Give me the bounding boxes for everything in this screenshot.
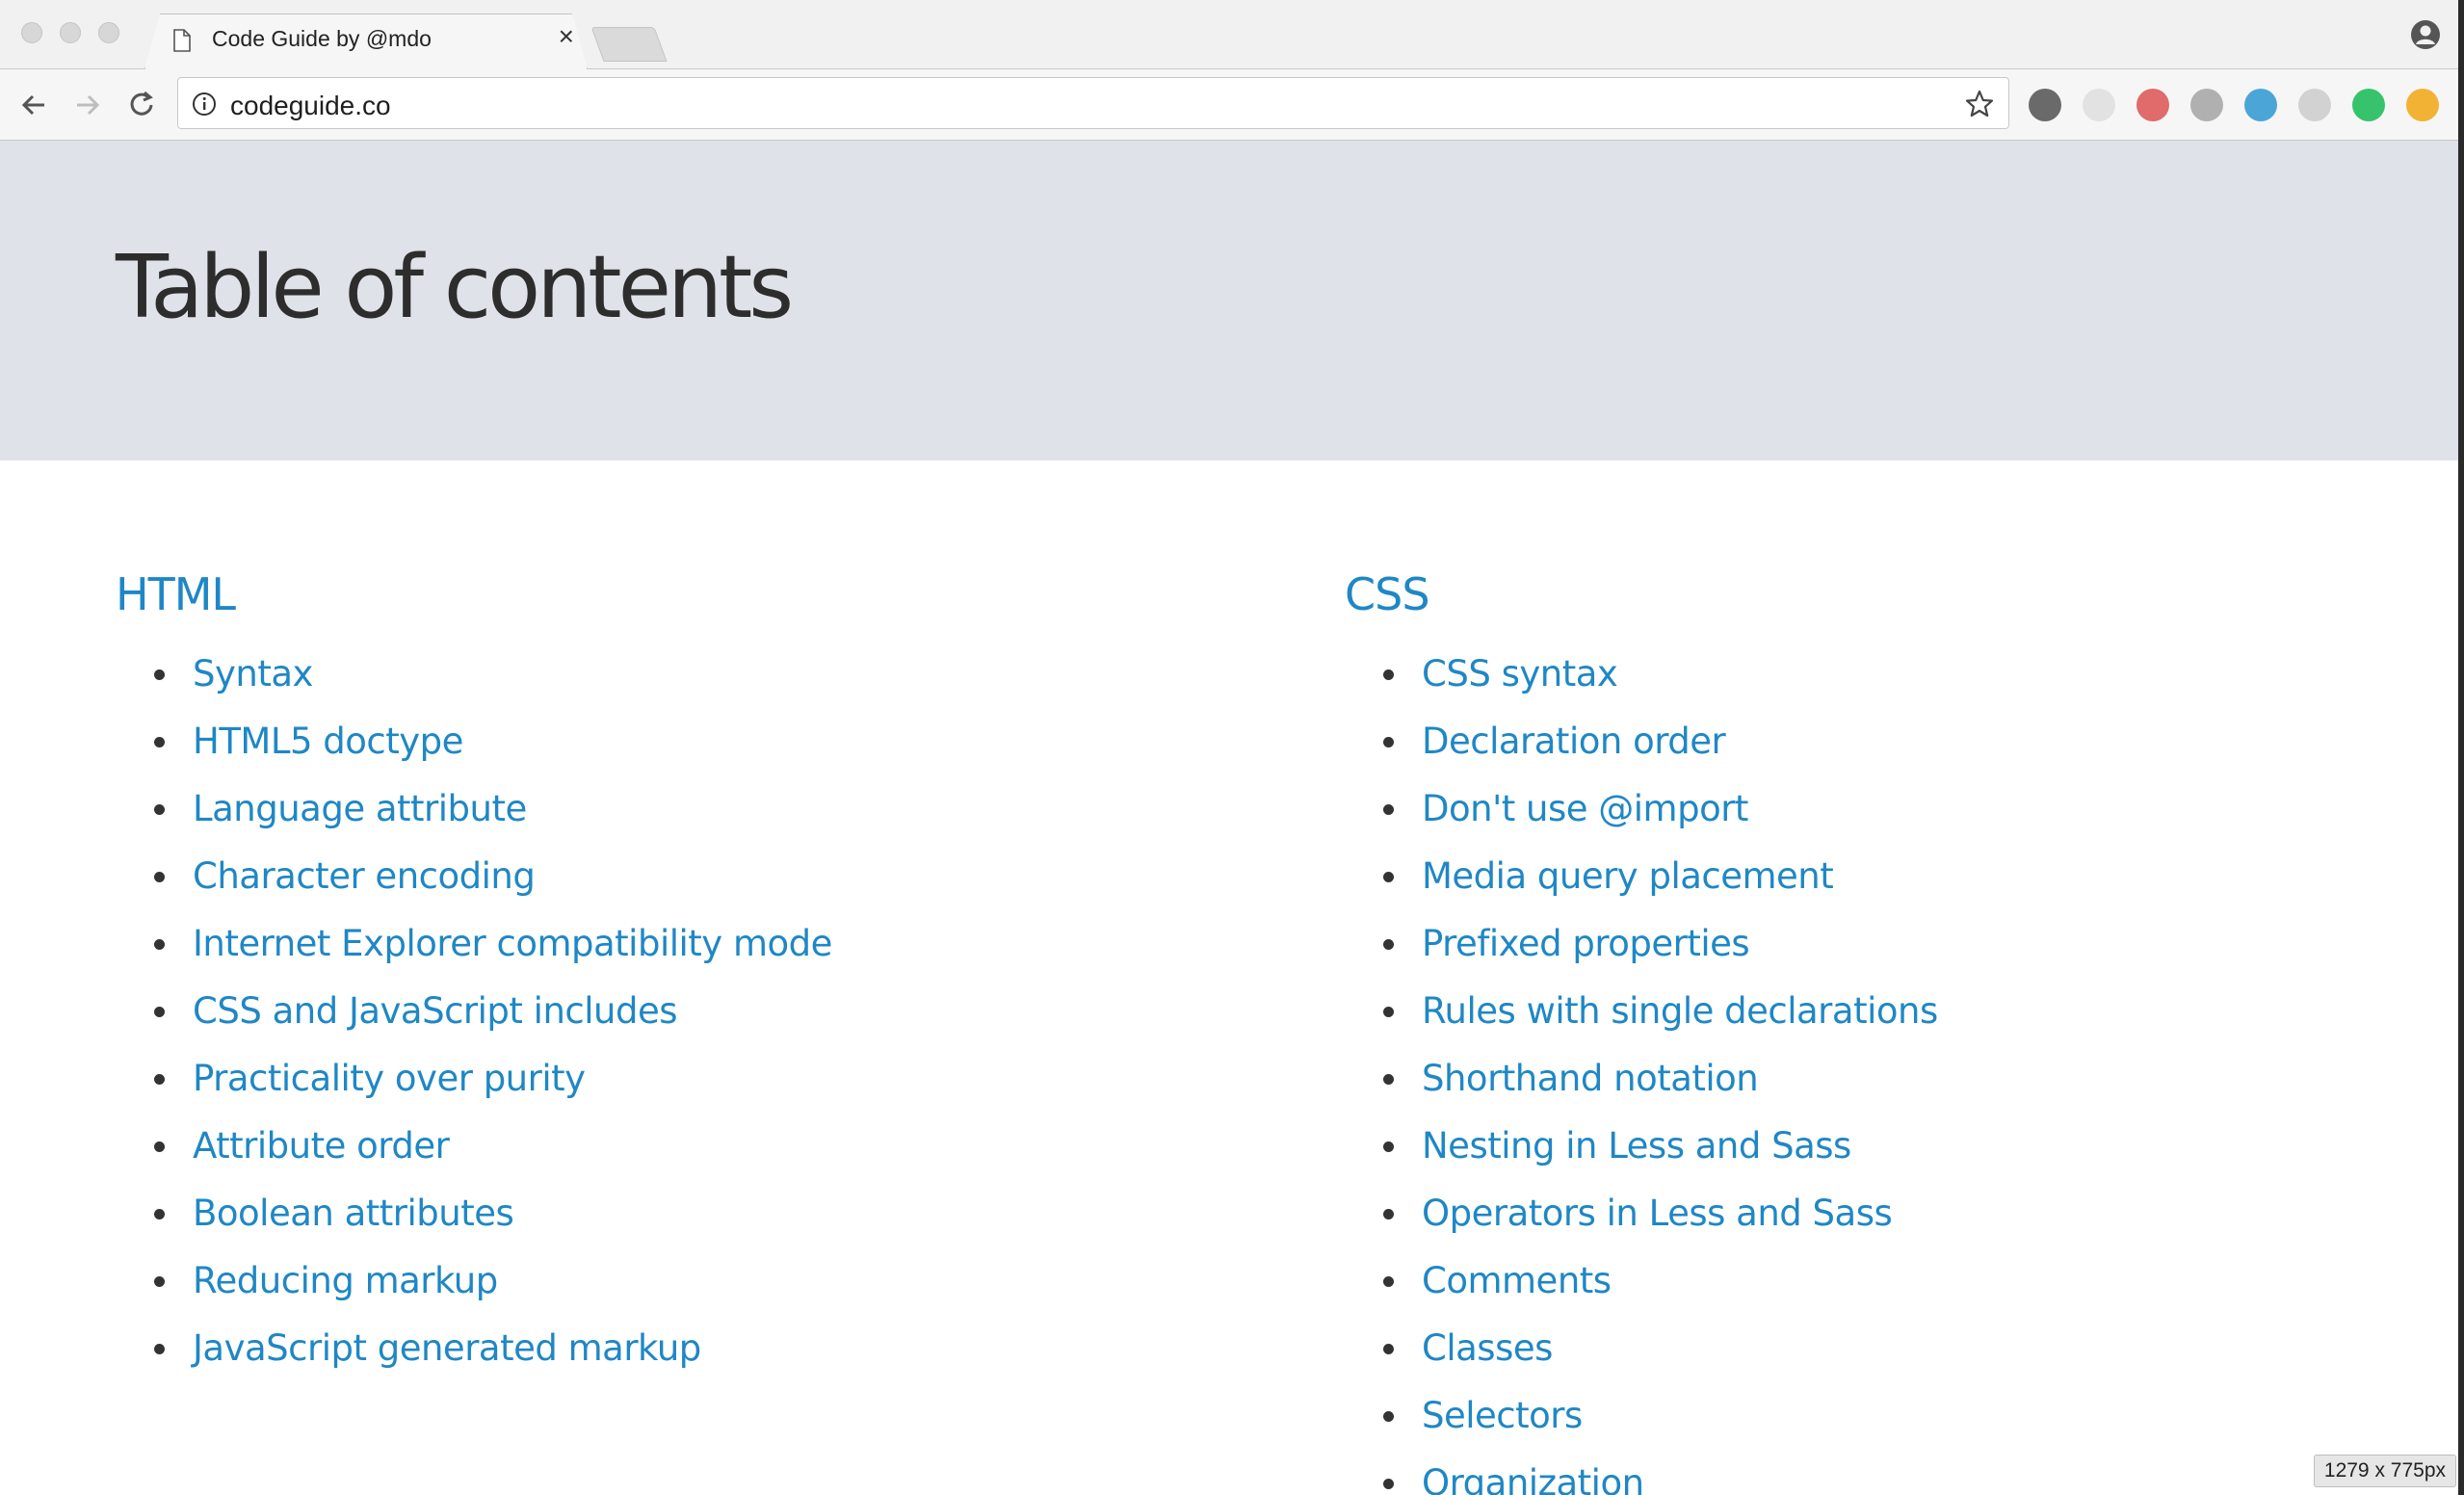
toc-list-item: Classes: [1383, 1329, 1938, 1397]
back-arrow-icon[interactable]: [15, 87, 52, 123]
toc-link[interactable]: Syntax: [193, 653, 313, 695]
forward-arrow-icon[interactable]: [69, 87, 106, 123]
toc-link[interactable]: Language attribute: [193, 788, 527, 829]
new-tab-button[interactable]: [590, 27, 668, 62]
toc-link[interactable]: Shorthand notation: [1422, 1058, 1759, 1099]
toc-list-item: Character encoding: [154, 857, 832, 925]
toc-link[interactable]: Rules with single declarations: [1422, 990, 1938, 1032]
toc-list-item: CSS and JavaScript includes: [154, 992, 832, 1060]
page-title: Table of contents: [116, 237, 794, 338]
toc-link[interactable]: Character encoding: [193, 855, 536, 897]
window-edge: [2458, 0, 2464, 1495]
toc-link[interactable]: Practicality over purity: [193, 1058, 586, 1099]
toc-list-item: Prefixed properties: [1383, 925, 1938, 992]
toc-link[interactable]: Selectors: [1422, 1395, 1583, 1436]
active-tab[interactable]: Code Guide by @mdo ×: [144, 13, 588, 69]
minimize-window-button[interactable]: [60, 22, 81, 43]
toc-link[interactable]: CSS and JavaScript includes: [193, 990, 678, 1032]
page-header: Table of contents: [0, 141, 2458, 460]
toc-list-item: Selectors: [1383, 1397, 1938, 1464]
toc-list-item: JavaScript generated markup: [154, 1329, 832, 1397]
toc-link[interactable]: JavaScript generated markup: [193, 1327, 701, 1369]
star-icon[interactable]: [1964, 89, 1995, 119]
close-window-button[interactable]: [21, 22, 42, 43]
red-dots-extension-icon[interactable]: [2136, 89, 2169, 121]
tab-title: Code Guide by @mdo: [212, 26, 432, 51]
toc-link[interactable]: Organization: [1422, 1462, 1644, 1495]
tab-strip: Code Guide by @mdo ×: [0, 0, 2458, 69]
browser-toolbar: codeguide.co: [0, 69, 2458, 141]
toc-list-item: Rules with single declarations: [1383, 992, 1938, 1060]
toc-list-item: Internet Explorer compatibility mode: [154, 925, 832, 992]
toc-link[interactable]: Media query placement: [1422, 855, 1834, 897]
toc-link[interactable]: Reducing markup: [193, 1260, 498, 1301]
toc-list-item: Language attribute: [154, 790, 832, 857]
document-icon: [173, 29, 191, 52]
toc-list-item: Organization: [1383, 1464, 1938, 1495]
toc-link[interactable]: Boolean attributes: [193, 1193, 514, 1234]
toc-list-item: Syntax: [154, 655, 832, 722]
toc-list-item: Comments: [1383, 1262, 1938, 1329]
toc-list-item: Attribute order: [154, 1127, 832, 1194]
toc-list-item: Reducing markup: [154, 1262, 832, 1329]
css-section: CSS CSS syntax Declaration order Don't use…: [1345, 568, 1938, 1495]
css-toc-list: CSS syntax Declaration order Don't use @im…: [1383, 655, 1938, 1495]
grey-circle-extension-icon[interactable]: [2083, 89, 2115, 121]
info-icon[interactable]: [192, 92, 217, 117]
toc-link[interactable]: HTML5 doctype: [193, 721, 463, 762]
orange-badge-extension-icon[interactable]: [2406, 89, 2439, 121]
toc-list-item: Don't use @import: [1383, 790, 1938, 857]
section-heading-html[interactable]: HTML: [116, 568, 832, 620]
html-toc-list: Syntax HTML5 doctype Language attribute Cha…: [154, 655, 832, 1397]
toc-list-item: HTML5 doctype: [154, 722, 832, 790]
toc-list-item: CSS syntax: [1383, 655, 1938, 722]
html-section: HTML Syntax HTML5 doctype Language attribu…: [116, 568, 832, 1397]
tab-close-button[interactable]: ×: [559, 23, 574, 50]
toc-link[interactable]: Internet Explorer compatibility mode: [193, 923, 832, 964]
toc-link[interactable]: Prefixed properties: [1422, 923, 1750, 964]
toc-list-item: Operators in Less and Sass: [1383, 1194, 1938, 1262]
toc-link[interactable]: Attribute order: [193, 1125, 450, 1167]
viewport-size-badge: 1279 x 775px: [2313, 1455, 2456, 1487]
toc-list-item: Declaration order: [1383, 722, 1938, 790]
toc-link[interactable]: Don't use @import: [1422, 788, 1748, 829]
toc-list-item: Shorthand notation: [1383, 1060, 1938, 1127]
toc-link[interactable]: Nesting in Less and Sass: [1422, 1125, 1851, 1167]
vue-extension-icon[interactable]: [2244, 89, 2277, 121]
toc-list-item: Boolean attributes: [154, 1194, 832, 1262]
url-text[interactable]: codeguide.co: [230, 91, 391, 121]
maximize-window-button[interactable]: [98, 22, 119, 43]
grammarly-extension-icon[interactable]: [2352, 89, 2385, 121]
profile-icon[interactable]: [2410, 19, 2441, 50]
toc-link[interactable]: Classes: [1422, 1327, 1553, 1369]
toc-link[interactable]: CSS syntax: [1422, 653, 1618, 695]
reload-icon[interactable]: [123, 87, 160, 123]
toc-list-item: Practicality over purity: [154, 1060, 832, 1127]
toc-link[interactable]: Declaration order: [1422, 721, 1726, 762]
toc-list-item: Nesting in Less and Sass: [1383, 1127, 1938, 1194]
chrome-color-extension-icon[interactable]: [2029, 89, 2061, 121]
grid-extension-icon[interactable]: [2298, 89, 2331, 121]
toc-link[interactable]: Comments: [1422, 1260, 1612, 1301]
toc-list-item: Media query placement: [1383, 857, 1938, 925]
toc-link[interactable]: Operators in Less and Sass: [1422, 1193, 1893, 1234]
pin-extension-icon[interactable]: [2190, 89, 2223, 121]
section-heading-css[interactable]: CSS: [1345, 568, 1938, 620]
address-bar[interactable]: codeguide.co: [177, 77, 2009, 129]
